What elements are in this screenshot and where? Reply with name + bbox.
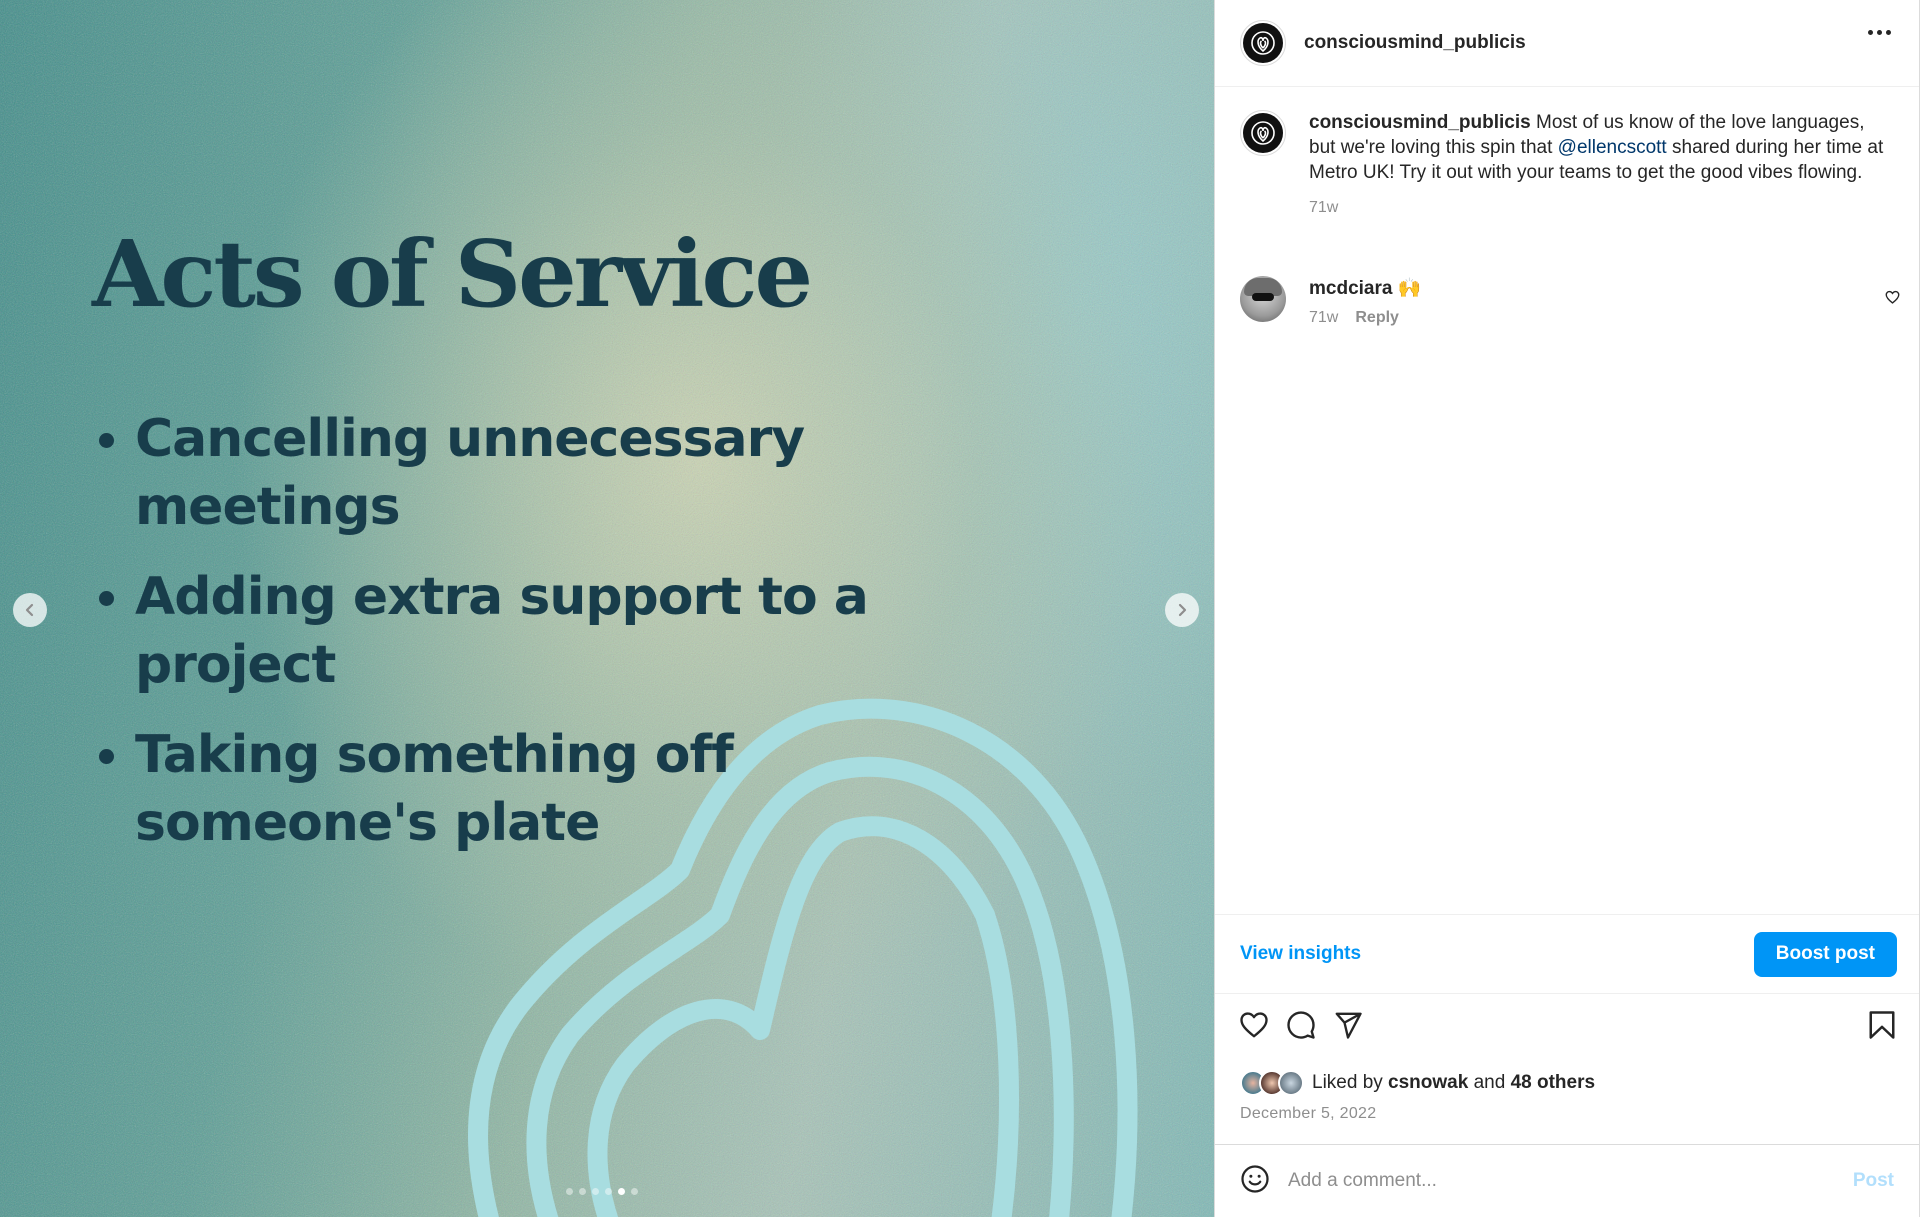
post-actions: [1215, 1010, 1919, 1056]
liker-avatars[interactable]: [1240, 1070, 1304, 1096]
comment-age: 71w: [1309, 309, 1339, 326]
caption-username[interactable]: consciousmind_publicis: [1309, 112, 1531, 133]
first-liker-link[interactable]: csnowak: [1388, 1072, 1468, 1093]
carousel-dot: [579, 1188, 586, 1195]
post-comment-button[interactable]: Post: [1853, 1170, 1894, 1192]
save-button[interactable]: [1868, 1010, 1896, 1045]
likes-summary: Liked by csnowak and 48 others: [1240, 1070, 1595, 1096]
caption-age: 71w: [1309, 199, 1339, 216]
account-avatar[interactable]: [1240, 20, 1286, 66]
more-options-button[interactable]: [1868, 30, 1891, 35]
comment-body: mcdciara 🙌 71w Reply: [1309, 276, 1421, 327]
post-info-panel: consciousmind_publicis consciousmind_pub…: [1214, 0, 1920, 1217]
caption-text: consciousmind_publicis Most of us know o…: [1309, 110, 1889, 220]
post-media: Acts of Service Cancelling unnecessary m…: [0, 0, 1214, 1217]
emoji-button[interactable]: [1240, 1164, 1270, 1199]
speech-bubble-icon: [1287, 1011, 1315, 1039]
more-horizontal-icon: [1868, 30, 1873, 35]
more-dot: [1877, 30, 1882, 35]
next-slide-button[interactable]: [1165, 593, 1199, 627]
comment-content: 🙌: [1392, 278, 1422, 299]
likes-prefix: Liked by: [1312, 1072, 1389, 1093]
heart-icon: [1885, 290, 1900, 304]
slide-bullet: Taking something off someone's plate: [95, 721, 735, 857]
more-dot: [1886, 30, 1891, 35]
previous-slide-button[interactable]: [13, 593, 47, 627]
chevron-right-icon: [1178, 603, 1187, 617]
comment-item: mcdciara 🙌 71w Reply: [1240, 276, 1900, 327]
caption-avatar[interactable]: [1240, 110, 1286, 156]
brand-logo-icon: [1251, 31, 1275, 55]
slide-title: Acts of Service: [92, 220, 813, 328]
carousel-dot-active: [618, 1188, 625, 1195]
paper-plane-icon: [1335, 1012, 1362, 1039]
commenter-avatar[interactable]: [1240, 276, 1286, 322]
post-header: consciousmind_publicis: [1215, 0, 1919, 87]
caption-mention-link[interactable]: @ellencscott: [1558, 137, 1667, 158]
carousel-dot: [566, 1188, 573, 1195]
brand-logo-icon: [1251, 121, 1275, 145]
view-insights-link[interactable]: View insights: [1240, 943, 1361, 965]
slide-bullet-list: Cancelling unnecessary meetings Adding e…: [95, 405, 1055, 879]
reply-button[interactable]: Reply: [1355, 309, 1399, 327]
liker-avatar: [1278, 1070, 1304, 1096]
add-comment-bar: Post: [1215, 1144, 1919, 1217]
like-comment-button[interactable]: [1885, 290, 1900, 309]
carousel-dot: [605, 1188, 612, 1195]
smiley-face-icon: [1241, 1164, 1269, 1193]
chevron-left-icon: [25, 603, 34, 617]
header-username[interactable]: consciousmind_publicis: [1304, 32, 1526, 54]
comment-input[interactable]: [1288, 1170, 1853, 1192]
comment-button[interactable]: [1286, 1010, 1316, 1045]
other-likers-link[interactable]: 48 others: [1511, 1072, 1595, 1093]
carousel-indicator: [566, 1188, 638, 1195]
bookmark-icon: [1869, 1011, 1895, 1039]
comment-text: mcdciara 🙌: [1309, 276, 1421, 300]
insights-bar: View insights Boost post: [1215, 914, 1919, 994]
comments-section: consciousmind_publicis Most of us know o…: [1215, 88, 1919, 914]
carousel-dot: [592, 1188, 599, 1195]
commenter-username[interactable]: mcdciara: [1309, 278, 1392, 299]
likes-conjunction: and: [1468, 1072, 1511, 1093]
avatar-sunglasses: [1252, 293, 1274, 301]
like-button[interactable]: [1239, 1010, 1269, 1045]
comment-meta: 71w Reply: [1309, 309, 1421, 327]
post-date: December 5, 2022: [1240, 1105, 1377, 1122]
carousel-dot: [631, 1188, 638, 1195]
boost-post-button[interactable]: Boost post: [1753, 931, 1897, 977]
caption: consciousmind_publicis Most of us know o…: [1240, 110, 1889, 220]
slide-bullet: Adding extra support to a project: [95, 563, 1055, 699]
heart-icon: [1240, 1012, 1268, 1038]
slide-bullet: Cancelling unnecessary meetings: [95, 405, 1055, 541]
share-button[interactable]: [1333, 1010, 1363, 1045]
likes-text: Liked by csnowak and 48 others: [1312, 1072, 1595, 1094]
